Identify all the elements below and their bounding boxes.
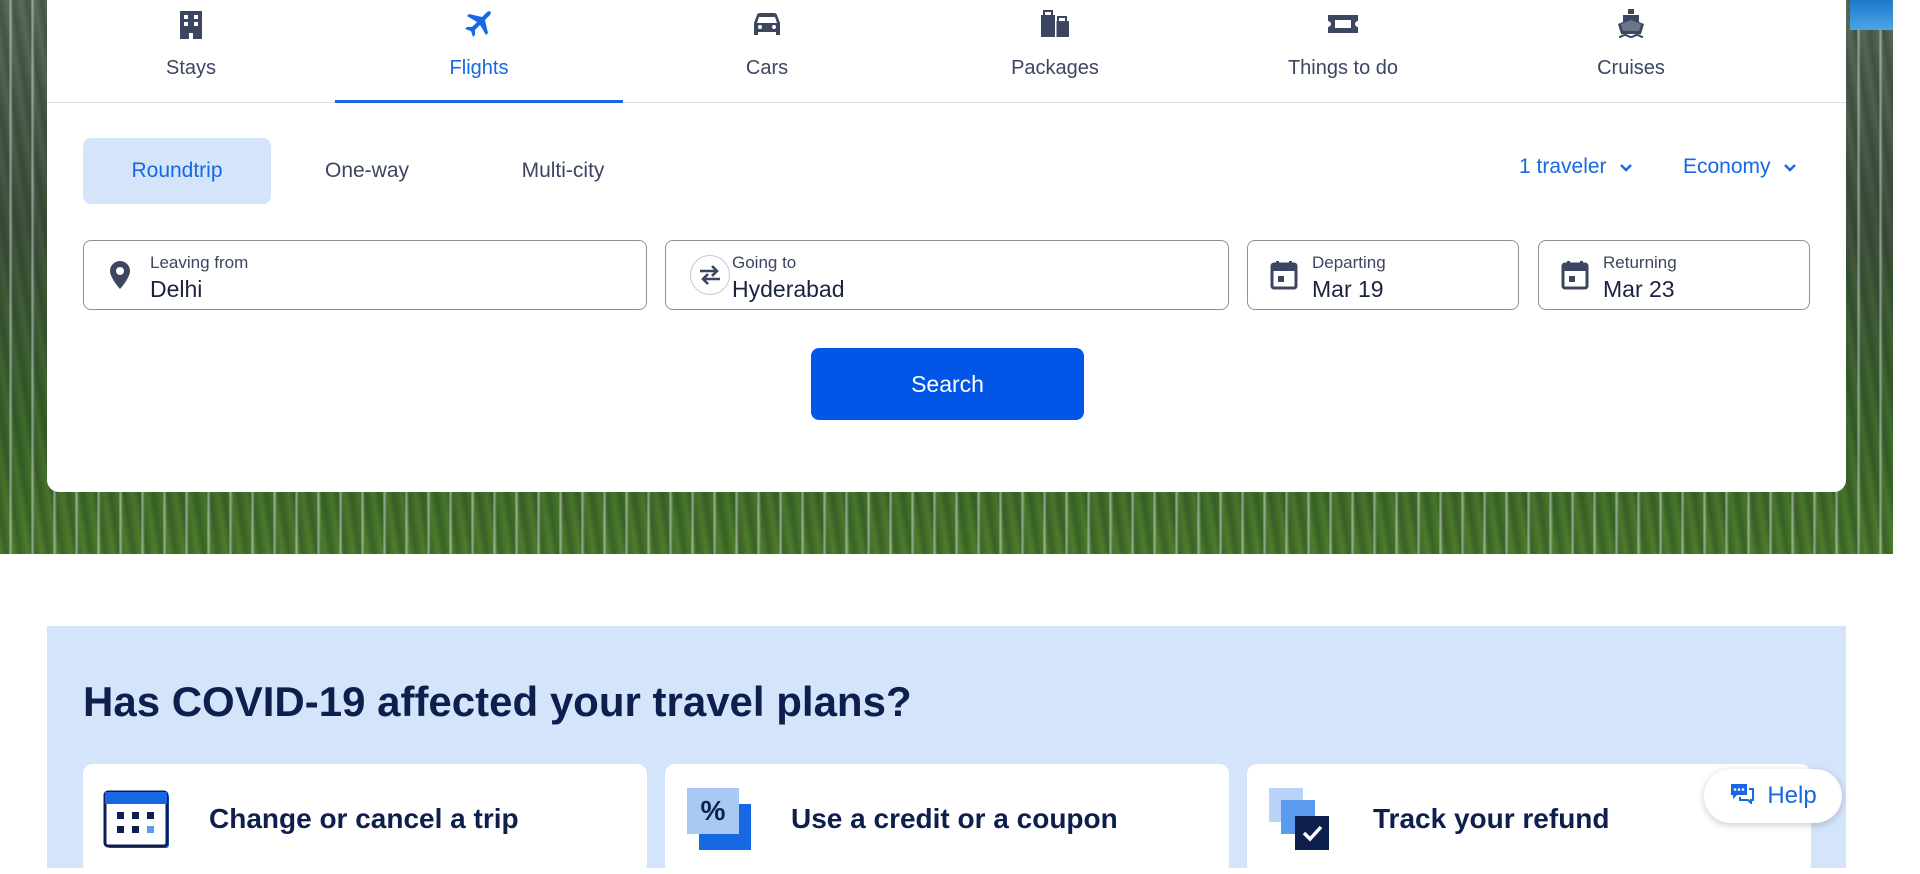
card-label: Use a credit or a coupon [791,803,1118,834]
plane-icon [463,8,495,40]
chevron-down-icon [1619,155,1633,179]
map-pin-icon [104,259,136,291]
svg-text:%: % [701,795,726,826]
returning-label: Returning [1603,253,1677,272]
tab-label: Packages [1011,57,1099,79]
cabin-class-label: Economy [1683,155,1771,178]
search-button[interactable]: Search [811,348,1084,420]
card-label: Track your refund [1373,803,1610,834]
calendar-icon [1559,259,1591,291]
building-icon [175,8,207,40]
cruise-ship-icon [1615,8,1647,40]
tab-label: Flights [449,57,509,79]
search-card: Stays Flights Cars Packages Things to do [47,0,1846,492]
returning-value: Mar 23 [1603,276,1675,302]
ticket-icon [1327,8,1359,40]
tab-things-to-do[interactable]: Things to do [1199,0,1487,102]
tab-label: Cruises [1597,57,1665,79]
travelers-label: 1 traveler [1519,155,1607,178]
tab-label: Things to do [1287,57,1399,79]
tab-flights[interactable]: Flights [335,0,623,103]
card-label: Change or cancel a trip [209,803,519,834]
hero-sky [1850,0,1893,30]
departing-value: Mar 19 [1312,276,1384,302]
covid-section: Has COVID-19 affected your travel plans?… [47,626,1846,874]
tab-label: Stays [165,57,217,79]
trip-type-one-way[interactable]: One-way [277,138,457,204]
travelers-dropdown[interactable]: 1 traveler [1519,155,1633,179]
leaving-from-label: Leaving from [150,253,249,272]
trip-type-roundtrip[interactable]: Roundtrip [83,138,271,204]
departing-date-field[interactable]: Departing Mar 19 [1247,240,1519,310]
tab-stays[interactable]: Stays [47,0,335,102]
tab-cars[interactable]: Cars [623,0,911,102]
refund-check-icon [1267,786,1337,852]
swap-locations-button[interactable] [690,255,730,295]
chat-bubble-icon [1729,782,1755,811]
car-icon [751,8,783,40]
calendar-change-icon [103,786,173,852]
departing-label: Departing [1312,253,1386,272]
going-to-label: Going to [732,253,797,272]
cabin-class-dropdown[interactable]: Economy [1683,155,1797,179]
help-label: Help [1767,782,1817,809]
going-to-field[interactable]: Going to Hyderabad [665,240,1229,310]
tab-label: Cars [745,57,789,79]
change-cancel-trip-card[interactable]: Change or cancel a trip [83,764,647,874]
tab-cruises[interactable]: Cruises [1487,0,1775,102]
coupon-icon: % [685,786,755,852]
credit-coupon-card[interactable]: % Use a credit or a coupon [665,764,1229,874]
product-tabs: Stays Flights Cars Packages Things to do [47,0,1846,103]
leaving-from-value: Delhi [150,276,203,302]
returning-date-field[interactable]: Returning Mar 23 [1538,240,1810,310]
going-to-value: Hyderabad [732,276,845,302]
covid-heading: Has COVID-19 affected your travel plans? [83,678,912,725]
help-button[interactable]: Help [1704,769,1842,823]
trip-type-multi-city[interactable]: Multi-city [463,138,663,204]
calendar-icon [1268,259,1300,291]
chevron-down-icon [1783,155,1797,179]
scrollbar-track[interactable] [1893,0,1920,868]
tab-packages[interactable]: Packages [911,0,1199,102]
leaving-from-field[interactable]: Leaving from Delhi [83,240,647,310]
swap-icon [700,265,720,285]
packages-icon [1039,8,1071,40]
